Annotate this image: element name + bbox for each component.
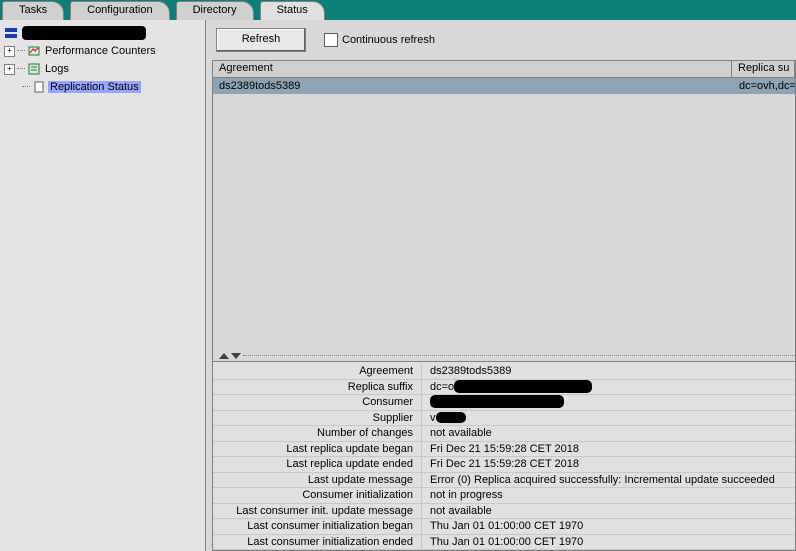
- tab-status[interactable]: Status: [260, 1, 325, 20]
- dl-last-upd-ended: Last replica update ended: [213, 457, 422, 472]
- dl-nchanges: Number of changes: [213, 426, 422, 441]
- tree-item-perf[interactable]: Performance Counters: [43, 45, 158, 57]
- content-panel: Refresh Continuous refresh Agreement Rep…: [206, 20, 796, 551]
- cell-replica: dc=ovh,dc=: [733, 78, 795, 94]
- dl-cons-init: Consumer initialization: [213, 488, 422, 503]
- dl-replica-suffix: Replica suffix: [213, 380, 422, 395]
- tab-bar: Tasks Configuration Directory Status: [0, 0, 796, 20]
- logs-icon: [27, 62, 41, 76]
- dl-last-upd-began: Last replica update began: [213, 442, 422, 457]
- dl-lci-upd-msg: Last consumer init. update message: [213, 504, 422, 519]
- detail-table: Agreementds2389tods5389 Replica suffixdc…: [213, 361, 795, 550]
- dv-nchanges: not available: [422, 426, 795, 441]
- tree-item-logs[interactable]: Logs: [43, 63, 71, 75]
- tab-directory[interactable]: Directory: [176, 1, 254, 20]
- dv-last-upd-began: Fri Dec 21 15:59:28 CET 2018: [422, 442, 795, 457]
- dv-cons-init: not in progress: [422, 488, 795, 503]
- dv-agreement: ds2389tods5389: [422, 364, 795, 379]
- dv-lci-ended: Thu Jan 01 01:00:00 CET 1970: [422, 535, 795, 550]
- arrow-up-icon[interactable]: [219, 353, 229, 359]
- agreement-list: Agreement Replica su ds2389tods5389 dc=o…: [212, 60, 796, 551]
- dl-consumer: Consumer: [213, 395, 422, 410]
- tab-tasks[interactable]: Tasks: [2, 1, 64, 20]
- list-empty-area: [213, 94, 795, 351]
- agreement-row[interactable]: ds2389tods5389 dc=ovh,dc=: [213, 78, 795, 94]
- redacted-suffix: [454, 380, 592, 393]
- cell-agreement: ds2389tods5389: [213, 78, 733, 94]
- toolbar: Refresh Continuous refresh: [206, 20, 796, 60]
- expand-perf[interactable]: +: [4, 46, 15, 57]
- col-header-agreement[interactable]: Agreement: [213, 61, 732, 77]
- tree-item-replication[interactable]: Replication Status: [48, 81, 141, 93]
- redacted-supplier: [436, 412, 466, 423]
- dv-replica-suffix: dc=o: [422, 380, 795, 395]
- server-name-redacted: [22, 26, 146, 40]
- dl-supplier: Supplier: [213, 411, 422, 426]
- dl-agreement: Agreement: [213, 364, 422, 379]
- arrow-down-icon[interactable]: [231, 353, 241, 359]
- dv-supplier: v: [422, 411, 795, 426]
- tab-configuration[interactable]: Configuration: [70, 1, 169, 20]
- refresh-button[interactable]: Refresh: [216, 28, 306, 52]
- dv-last-upd-ended: Fri Dec 21 15:59:28 CET 2018: [422, 457, 795, 472]
- server-icon: [4, 26, 18, 40]
- split-bar[interactable]: [213, 351, 795, 361]
- dv-consumer: [422, 395, 795, 410]
- redacted-consumer: [430, 395, 564, 408]
- doc-icon: [32, 80, 46, 94]
- dv-lci-began: Thu Jan 01 01:00:00 CET 1970: [422, 519, 795, 534]
- continuous-refresh-checkbox[interactable]: [324, 33, 338, 47]
- dl-lci-began: Last consumer initialization began: [213, 519, 422, 534]
- dv-last-upd-msg: Error (0) Replica acquired successfully:…: [422, 473, 795, 488]
- col-header-replica-suffix[interactable]: Replica su: [732, 61, 795, 77]
- dl-lci-ended: Last consumer initialization ended: [213, 535, 422, 550]
- perf-icon: [27, 44, 41, 58]
- tree-panel: + Performance Counters + Logs Replicatio…: [0, 20, 206, 551]
- dv-lci-upd-msg: not available: [422, 504, 795, 519]
- continuous-refresh-label: Continuous refresh: [342, 34, 435, 46]
- expand-logs[interactable]: +: [4, 64, 15, 75]
- dl-last-upd-msg: Last update message: [213, 473, 422, 488]
